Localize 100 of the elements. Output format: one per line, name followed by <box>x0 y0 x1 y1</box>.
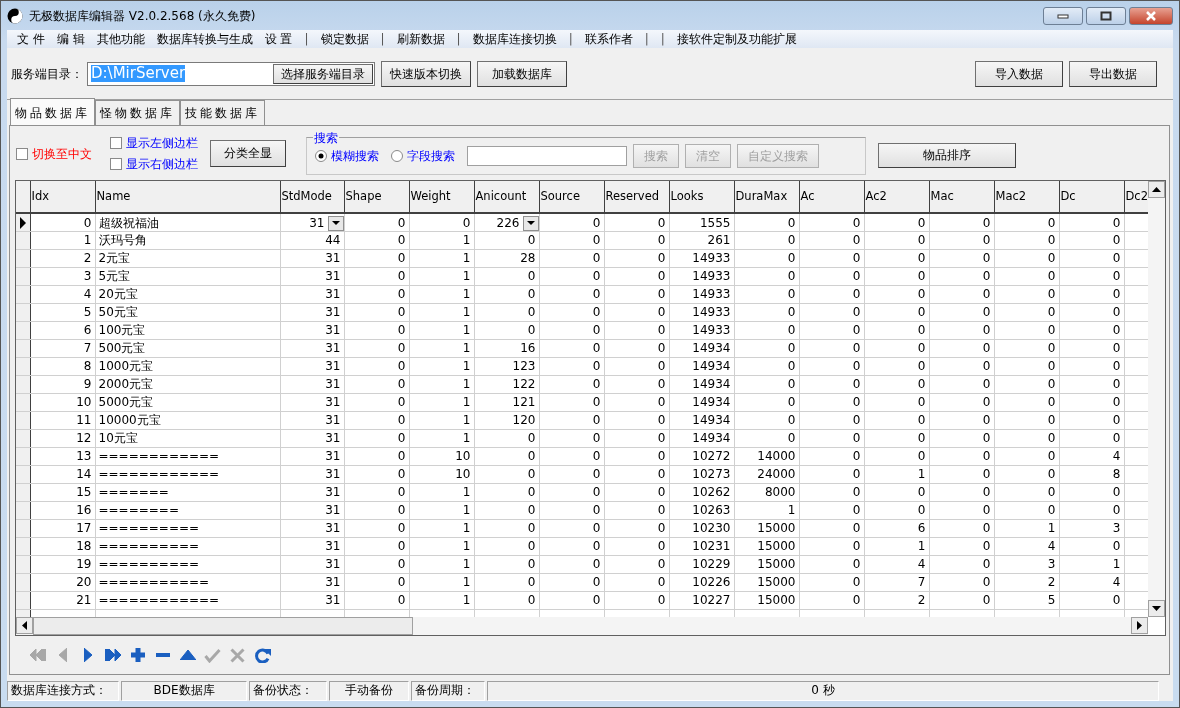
close-button[interactable] <box>1129 6 1173 25</box>
table-cell: 0 <box>592 413 601 428</box>
checkbox[interactable] <box>110 157 122 170</box>
table-cell: 0 <box>397 503 406 518</box>
right-arrow-icon <box>1137 621 1142 631</box>
table-cell: 0 <box>657 323 666 338</box>
table-cell: 0 <box>917 215 926 230</box>
table-cell: 14933 <box>692 269 731 284</box>
dropdown-button[interactable] <box>327 215 343 231</box>
menu-item[interactable]: 设 置 <box>258 30 299 48</box>
toolbar-button[interactable]: 导入数据 <box>975 60 1063 87</box>
table-cell: ========== <box>98 557 200 572</box>
table-cell: 0 <box>982 287 991 302</box>
menu-item[interactable]: 刷新数据 <box>390 30 451 48</box>
tab[interactable]: 物品数据库 <box>10 98 95 125</box>
menu-item[interactable]: 数据库连接切换 <box>466 30 563 48</box>
table-cell: 15000 <box>757 557 796 572</box>
status-text: 数据库连接方式： <box>7 681 119 701</box>
table-cell: 0 <box>787 323 796 338</box>
menu-item[interactable]: 联系作者 <box>578 30 639 48</box>
path-field[interactable]: D:\MirServer 选择服务端目录 <box>87 61 375 86</box>
table-cell: 14934 <box>692 341 731 356</box>
column-header[interactable]: Idx <box>31 189 49 204</box>
search-field[interactable] <box>467 146 627 167</box>
menu-item[interactable]: 接软件定制及功能扩展 <box>670 30 803 48</box>
table-cell: 15000 <box>757 575 796 590</box>
table-cell: 13 <box>76 449 92 464</box>
vertical-scrollbar[interactable] <box>1148 181 1165 618</box>
table-cell: 0 <box>527 431 536 446</box>
table-cell: 0 <box>1047 503 1056 518</box>
menu-item[interactable]: 数据库转换与生成 <box>150 30 259 48</box>
table-cell: 0 <box>592 485 601 500</box>
table-cell: 0 <box>657 377 666 392</box>
refresh-icon <box>254 647 271 663</box>
table-cell: 0 <box>657 593 666 608</box>
table-cell: 12 <box>76 431 92 446</box>
table-cell: ========== <box>98 539 200 554</box>
table-cell: 4 <box>917 557 926 572</box>
table-cell: 0 <box>592 557 601 572</box>
table-cell: 1 <box>83 233 92 248</box>
first-record-icon <box>29 649 46 662</box>
horizontal-scrollbar[interactable] <box>16 617 1148 636</box>
table-cell: ========== <box>98 521 200 536</box>
table-cell: 500元宝 <box>98 341 146 356</box>
menu-item[interactable]: 锁定数据 <box>314 30 375 48</box>
column-header[interactable]: Ac <box>800 189 815 204</box>
toolbar-button[interactable]: 快速版本切换 <box>381 60 471 87</box>
table-cell: 31 <box>309 215 325 230</box>
show-all-button[interactable]: 分类全显 <box>210 139 286 167</box>
table-cell: 1 <box>462 575 471 590</box>
table-cell: 1 <box>462 233 471 248</box>
table-cell: 0 <box>397 449 406 464</box>
column-header[interactable]: Name <box>96 189 131 204</box>
column-header[interactable]: Mac <box>930 189 954 204</box>
tab[interactable]: 怪物数据库 <box>95 100 180 125</box>
radio-button[interactable] <box>315 150 327 163</box>
table-cell: 0 <box>852 377 861 392</box>
table-cell: 0 <box>982 503 991 518</box>
menu-item[interactable]: 编 辑 <box>50 30 91 48</box>
checkbox[interactable] <box>110 136 122 149</box>
sort-button[interactable]: 物品排序 <box>878 142 1016 168</box>
table-cell: 0 <box>852 413 861 428</box>
menu-item[interactable]: 其他功能 <box>90 30 151 48</box>
table-cell: 0 <box>787 287 796 302</box>
table-cell: 0 <box>787 377 796 392</box>
checkbox[interactable] <box>16 148 28 161</box>
radio-button[interactable] <box>391 150 403 163</box>
table-cell: 0 <box>592 233 601 248</box>
tab[interactable]: 技能数据库 <box>180 100 265 125</box>
table-cell: 0 <box>592 575 601 590</box>
table-cell: 5 <box>1047 593 1056 608</box>
column-header[interactable]: Dc <box>1060 189 1076 204</box>
table-cell: 31 <box>325 557 341 572</box>
browse-button[interactable]: 选择服务端目录 <box>273 63 373 84</box>
up-triangle-icon <box>179 650 196 661</box>
table-cell: 0 <box>1112 287 1121 302</box>
table-cell: 0 <box>1112 269 1121 284</box>
table-cell: ======= <box>98 485 169 500</box>
table-cell: 0 <box>657 467 666 482</box>
previous-icon <box>58 648 67 663</box>
dropdown-button[interactable] <box>522 215 538 231</box>
table-cell: 0 <box>1047 431 1056 446</box>
table-cell: 0 <box>397 287 406 302</box>
table-cell: 14934 <box>692 395 731 410</box>
table-cell: 0 <box>397 251 406 266</box>
table-cell: 0 <box>1112 431 1121 446</box>
column-header[interactable]: Ac2 <box>865 189 887 204</box>
table-cell: 44 <box>325 233 341 248</box>
table-cell: 1555 <box>699 215 731 230</box>
menu-item[interactable]: 文 件 <box>11 30 51 48</box>
table-cell: 0 <box>527 539 536 554</box>
toolbar-button[interactable]: 加载数据库 <box>477 60 567 87</box>
table-cell: 0 <box>787 431 796 446</box>
table-cell: 0 <box>917 503 926 518</box>
cross-icon <box>230 647 245 663</box>
table-cell: 0 <box>917 413 926 428</box>
table-cell: 0 <box>397 539 406 554</box>
toolbar-button[interactable]: 导出数据 <box>1069 60 1157 87</box>
maximize-button[interactable] <box>1086 6 1126 25</box>
table-cell: 0 <box>1112 593 1121 608</box>
